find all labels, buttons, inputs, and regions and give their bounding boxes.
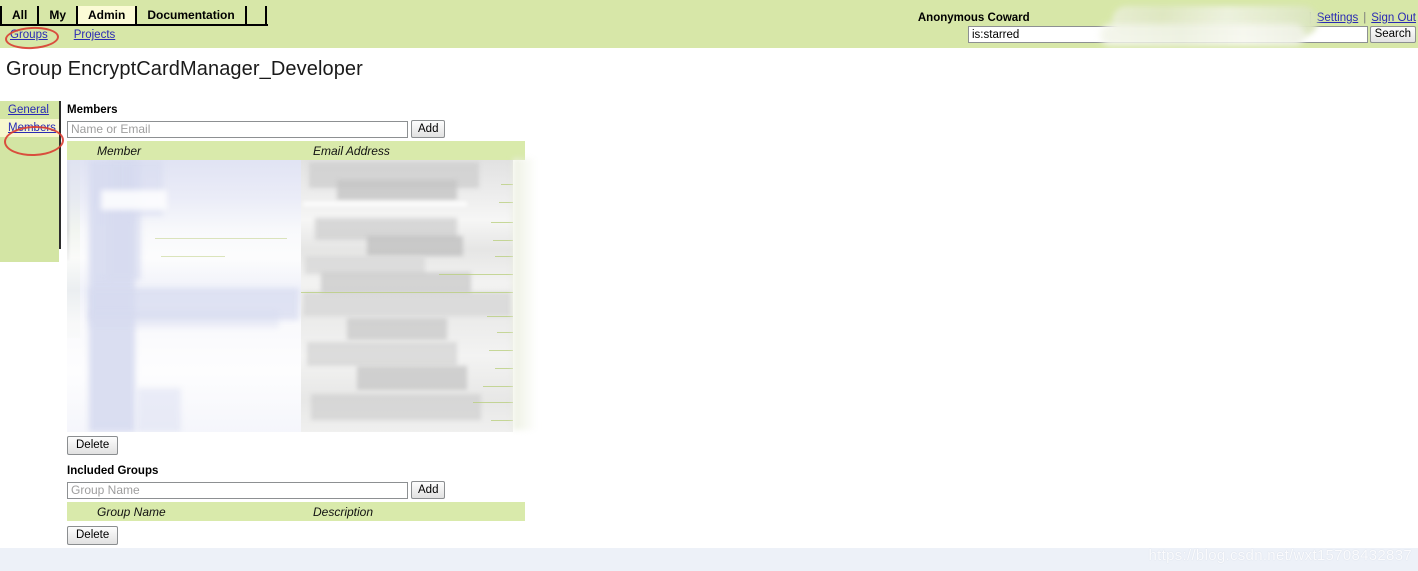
- user-name-label: Anonymous Coward: [917, 11, 1030, 24]
- members-add-row: Add: [67, 120, 513, 138]
- main-content: Members Add Member Email Address: [67, 104, 527, 545]
- group-name-input[interactable]: [67, 481, 408, 499]
- tab-all-label: All: [12, 8, 28, 22]
- user-separator-2: |: [1363, 11, 1367, 24]
- members-header-row: Member Email Address: [67, 141, 525, 160]
- members-col-email: Email Address: [307, 141, 525, 160]
- included-groups-col-description: Description: [307, 502, 525, 521]
- settings-link[interactable]: Settings: [1317, 12, 1359, 24]
- tab-my-label: My: [49, 8, 67, 22]
- bottom-band: [0, 548, 1418, 571]
- subnav-link-projects[interactable]: Projects: [74, 29, 116, 41]
- group-sidebar: General Members: [0, 101, 59, 262]
- tab-admin-label: Admin: [88, 8, 126, 22]
- members-add-button[interactable]: Add: [411, 120, 446, 138]
- tab-my[interactable]: My: [39, 6, 79, 24]
- included-groups-delete-button[interactable]: Delete: [67, 526, 119, 545]
- search-button[interactable]: Search: [1369, 26, 1416, 43]
- tab-admin[interactable]: Admin: [78, 6, 138, 24]
- included-groups-section-title: Included Groups: [67, 465, 159, 477]
- tab-documentation-label: Documentation: [147, 8, 235, 22]
- members-table: Member Email Address: [67, 141, 525, 160]
- members-section-title: Members: [67, 104, 118, 116]
- members-col-member: Member: [91, 141, 307, 160]
- user-account-area: Anonymous Coward | Settings | Sign Out: [918, 11, 1416, 24]
- tab-documentation[interactable]: Documentation: [137, 6, 247, 24]
- user-separator-1: |: [1308, 11, 1312, 24]
- sign-out-link[interactable]: Sign Out: [1371, 12, 1416, 24]
- members-col-select: [67, 141, 91, 160]
- top-header-bar: All My Admin Documentation Groups Projec…: [0, 0, 1418, 48]
- members-delete-button[interactable]: Delete: [67, 436, 119, 455]
- admin-subnav: Groups Projects: [10, 29, 115, 41]
- search-input[interactable]: [968, 26, 1368, 43]
- sidebar-item-members[interactable]: Members: [0, 119, 59, 137]
- included-groups-col-select: [67, 502, 91, 521]
- included-groups-add-button[interactable]: Add: [411, 481, 446, 499]
- search-area: Search: [968, 26, 1416, 43]
- sidebar-item-general[interactable]: General: [0, 101, 59, 119]
- member-name-or-email-input[interactable]: [67, 120, 408, 138]
- included-groups-col-name: Group Name: [91, 502, 307, 521]
- main-tab-bar: All My Admin Documentation: [0, 6, 268, 26]
- members-table-head: Member Email Address: [67, 141, 525, 160]
- included-groups-add-row: Add: [67, 481, 513, 499]
- page-title: Group EncryptCardManager_Developer: [6, 58, 363, 80]
- included-groups-header-row: Group Name Description: [67, 502, 525, 521]
- included-groups-table-head: Group Name Description: [67, 502, 525, 521]
- members-table-body-redacted: [67, 160, 513, 432]
- tab-bar-end-spacer: [247, 6, 267, 24]
- redacted-user-detail: [1034, 11, 1304, 24]
- included-groups-table: Group Name Description: [67, 502, 525, 521]
- subnav-link-groups[interactable]: Groups: [10, 29, 48, 41]
- tab-all[interactable]: All: [0, 6, 40, 24]
- sidebar-divider: [59, 101, 61, 249]
